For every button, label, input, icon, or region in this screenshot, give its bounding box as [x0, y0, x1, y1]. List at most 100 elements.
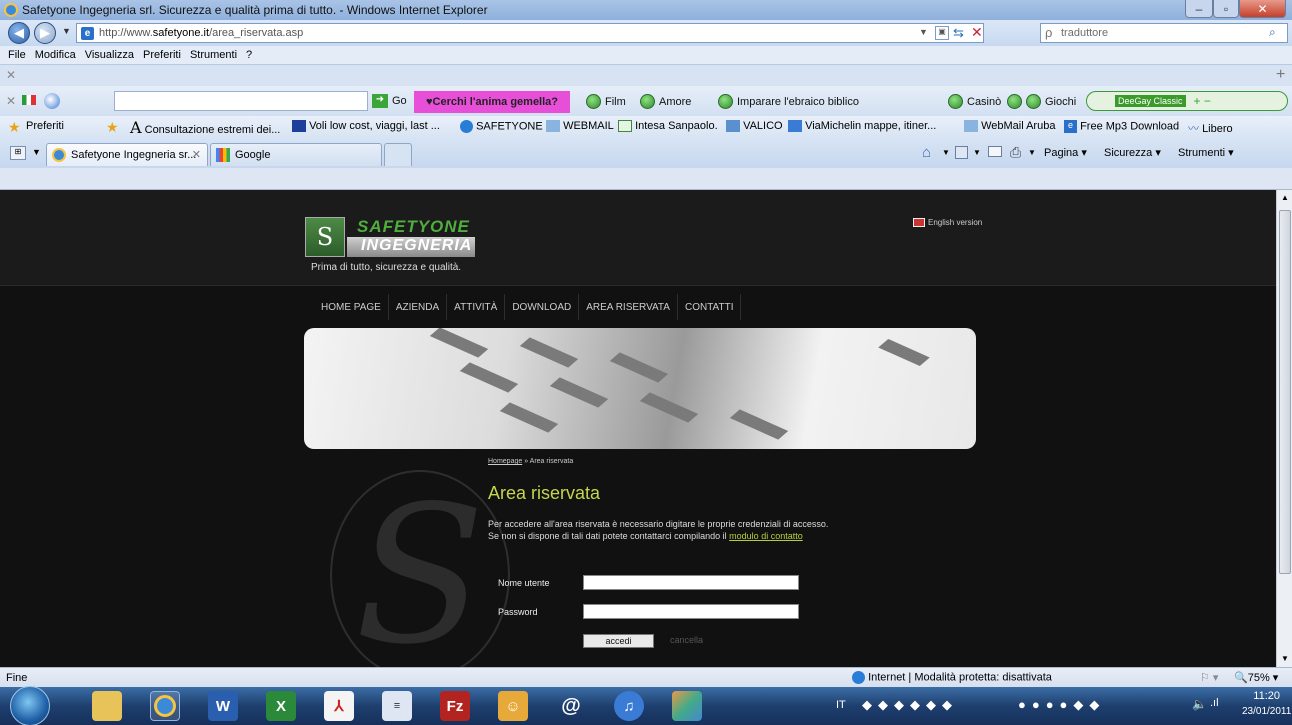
new-tab-button[interactable] — [384, 143, 412, 166]
maximize-button[interactable]: ▫ — [1213, 0, 1239, 18]
fav-item-webmail[interactable]: WEBMAIL — [546, 120, 614, 133]
scroll-up-icon[interactable]: ▲ — [1281, 193, 1289, 202]
casino-button[interactable]: Casinò — [948, 94, 1001, 109]
tray-icons[interactable]: ◆◆◆◆◆◆ — [862, 697, 958, 713]
refresh-icon[interactable]: ⇆ — [953, 25, 964, 41]
compat-view-icon[interactable]: ▣ — [935, 26, 949, 40]
ie-taskbar-icon[interactable] — [150, 691, 180, 721]
go-button[interactable]: ➜ Go — [372, 92, 407, 110]
minimize-button[interactable]: – — [1185, 0, 1213, 18]
back-button[interactable]: ◀ — [8, 22, 30, 44]
mail-icon[interactable] — [988, 146, 1002, 157]
fav-item-valico[interactable]: VALICO — [726, 120, 783, 133]
fav-item-viamichelin[interactable]: ViaMichelin mappe, itiner... — [788, 120, 936, 133]
film-button[interactable]: Film — [586, 94, 626, 109]
giochi-button[interactable]: Giochi — [1007, 94, 1076, 109]
fav-item-libero[interactable]: 〰 Libero — [1188, 120, 1233, 136]
language-indicator[interactable]: IT — [836, 699, 846, 711]
ebraico-button[interactable]: Imparare l'ebraico biblico — [718, 94, 859, 109]
history-dropdown-icon[interactable]: ▼ — [62, 26, 71, 36]
close-tab-icon[interactable]: ✕ — [192, 148, 201, 161]
contact-form-link[interactable]: modulo di contatto — [729, 531, 803, 541]
menu-strumenti[interactable]: Strumenti — [190, 49, 237, 61]
menu-file[interactable]: File — [8, 49, 26, 61]
nav-home[interactable]: HOME PAGE — [314, 294, 389, 320]
nav-area-riservata[interactable]: AREA RISERVATA — [579, 294, 678, 320]
volume-icon[interactable]: 🔈 — [1192, 697, 1207, 711]
feeds-icon[interactable] — [955, 146, 968, 159]
menu-help[interactable]: ? — [246, 49, 252, 61]
password-field[interactable] — [583, 604, 799, 619]
messenger-icon[interactable]: ☺ — [498, 691, 528, 721]
system-clock[interactable]: 11:20 23/01/2011 — [1242, 689, 1291, 719]
nav-contatti[interactable]: CONTATTI — [678, 294, 742, 320]
toolbar-search-input[interactable] — [114, 91, 368, 111]
favorites-button[interactable]: Preferiti — [26, 120, 64, 132]
scroll-thumb[interactable] — [1279, 210, 1291, 574]
print-dropdown-icon[interactable]: ▼ — [1028, 148, 1036, 157]
tab-google[interactable]: Google — [210, 143, 382, 166]
safety-menu[interactable]: Sicurezza ▾ — [1104, 146, 1161, 159]
cancel-button[interactable]: cancella — [670, 635, 703, 645]
fav-item-aruba[interactable]: WebMail Aruba — [964, 120, 1055, 133]
vertical-scrollbar[interactable]: ▲ ▼ — [1276, 190, 1292, 667]
notepad-icon[interactable]: ≡ — [382, 691, 412, 721]
italy-flag-icon[interactable] — [22, 95, 36, 105]
menu-visualizza[interactable]: Visualizza — [85, 49, 134, 61]
filezilla-icon[interactable]: Fz — [440, 691, 470, 721]
stop-icon[interactable]: ✕ — [971, 24, 983, 41]
nav-azienda[interactable]: AZIENDA — [389, 294, 448, 320]
favorites-star-icon[interactable]: ★ — [8, 119, 21, 136]
nav-attivita[interactable]: ATTIVITÀ — [447, 294, 506, 320]
home-dropdown-icon[interactable]: ▼ — [942, 148, 950, 157]
fav-item-voli[interactable]: Voli low cost, viaggi, last ... — [292, 120, 440, 133]
radio-player[interactable]: DeeGay Classic + − — [1086, 91, 1288, 111]
toolbar-logo-icon[interactable] — [44, 93, 60, 109]
tray-icons-2[interactable]: ●●●●◆◆ — [1018, 697, 1105, 713]
close-toolbar-icon[interactable]: ✕ — [6, 68, 16, 82]
fav-item-safetyone[interactable]: SAFETYONE — [460, 120, 543, 133]
promo-button[interactable]: ♥Cerchi l'anima gemella? — [414, 91, 570, 113]
nav-download[interactable]: DOWNLOAD — [505, 294, 580, 320]
forward-button[interactable]: ▶ — [34, 22, 56, 44]
quick-tabs-icon[interactable]: ⊞ — [10, 146, 26, 160]
email-client-icon[interactable]: @ — [556, 691, 586, 721]
add-favorite-icon[interactable]: ★ — [106, 119, 119, 136]
scroll-down-icon[interactable]: ▼ — [1281, 654, 1289, 663]
username-field[interactable] — [583, 575, 799, 590]
tools-menu[interactable]: Strumenti ▾ — [1178, 146, 1234, 159]
protected-mode-icon[interactable]: ⚐ ▾ — [1200, 671, 1218, 684]
fav-item-intesa[interactable]: Intesa Sanpaolo. — [618, 120, 718, 133]
network-icon[interactable]: .ıl — [1210, 697, 1219, 709]
page-menu[interactable]: Pagina ▾ — [1044, 146, 1087, 159]
close-button[interactable]: ✕ — [1239, 0, 1286, 18]
word-icon[interactable]: W — [208, 691, 238, 721]
menu-preferiti[interactable]: Preferiti — [143, 49, 181, 61]
fav-item-consultazione[interactable]: A Consultazione estremi dei... — [130, 118, 280, 137]
home-icon[interactable]: ⌂ — [922, 144, 931, 161]
print-icon[interactable]: ⎙ — [1010, 144, 1021, 161]
tab-safetyone[interactable]: Safetyone Ingegneria sr... ✕ — [46, 143, 208, 166]
security-zone[interactable]: Internet | Modalità protetta: disattivat… — [852, 671, 1052, 684]
volume-icon[interactable]: + − — [1194, 94, 1211, 108]
paint-icon[interactable] — [672, 691, 702, 721]
search-input[interactable]: ρ traduttore ⌕ — [1040, 23, 1288, 43]
acrobat-icon[interactable]: ⅄ — [324, 691, 354, 721]
excel-icon[interactable]: X — [266, 691, 296, 721]
itunes-icon[interactable]: ♫ — [614, 691, 644, 721]
fav-item-mp3[interactable]: e Free Mp3 Download — [1064, 120, 1179, 133]
tab-list-icon[interactable]: ▼ — [32, 147, 41, 157]
zoom-control[interactable]: 🔍75% ▾ — [1234, 671, 1278, 684]
address-dropdown-icon[interactable]: ▼ — [919, 27, 928, 37]
login-button[interactable]: accedi — [583, 634, 654, 648]
amore-button[interactable]: Amore — [640, 94, 691, 109]
add-icon[interactable]: + — [1276, 66, 1285, 84]
site-logo[interactable]: S SAFETYONE INGEGNERIA — [305, 217, 475, 257]
explorer-icon[interactable] — [92, 691, 122, 721]
search-icon[interactable]: ⌕ — [1269, 25, 1276, 40]
feeds-dropdown-icon[interactable]: ▼ — [973, 148, 981, 157]
breadcrumb-home-link[interactable]: Homepage — [488, 458, 522, 465]
close-toolbar-icon[interactable]: ✕ — [6, 94, 16, 108]
english-version-link[interactable]: English version — [913, 218, 982, 227]
address-bar[interactable]: e http://www. safetyone.it/area_riservata… — [76, 23, 984, 43]
